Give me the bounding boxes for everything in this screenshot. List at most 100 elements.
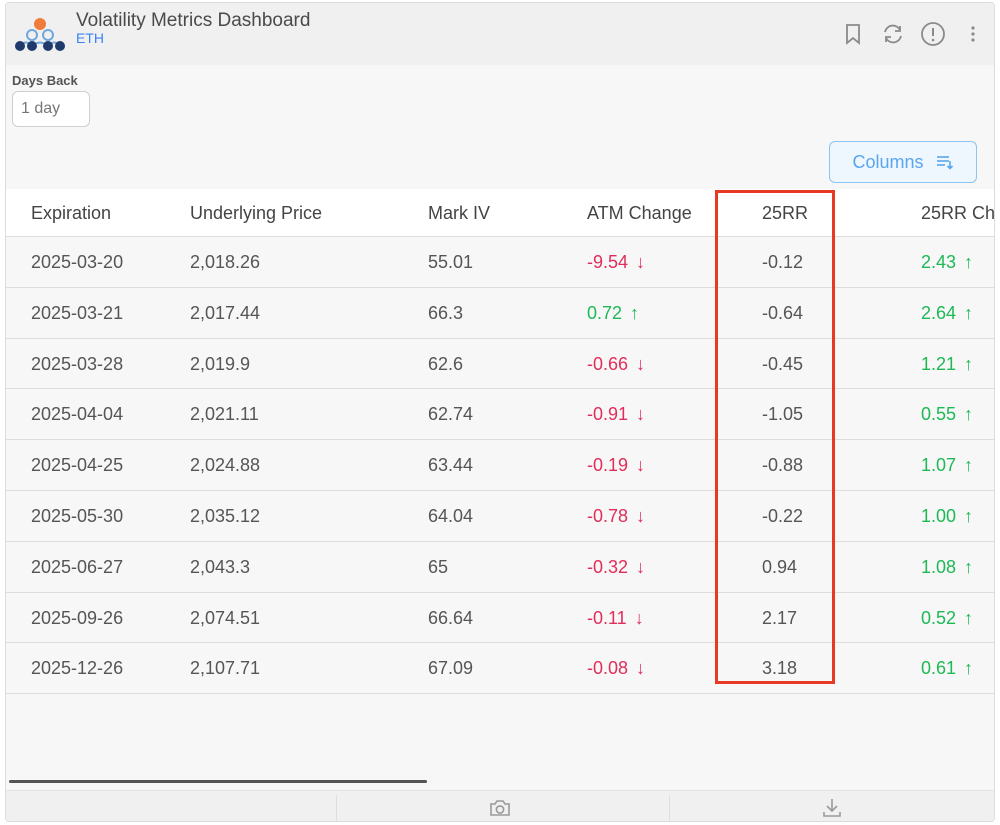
arrow-down-icon: ↓ <box>636 556 646 577</box>
cell-25rr: 3.18 <box>762 658 798 679</box>
column-header-25rr[interactable]: 25RR <box>762 203 808 224</box>
cell-underlying-price: 2,074.51 <box>190 607 261 628</box>
columns-button-label: Columns <box>852 151 924 172</box>
atm-change-value: -0.78 <box>587 505 629 526</box>
table-row: 2025-03-20 2,018.26 55.01 -9.54 ↓ -0.12 2.43 ↑ <box>6 237 994 288</box>
cell-underlying-price: 2,017.44 <box>190 302 261 323</box>
25rr-change-value: 2.64 <box>921 302 957 323</box>
days-back-label: Days Back <box>12 73 78 88</box>
cell-expiration: 2025-12-26 <box>31 658 124 679</box>
table-body: 2025-03-20 2,018.26 55.01 -9.54 ↓ -0.12 2.43 ↑ 2… <box>6 237 994 695</box>
cell-underlying-price: 2,107.71 <box>190 658 261 679</box>
cell-mark-iv: 67.09 <box>428 658 474 679</box>
cell-25rr: -0.88 <box>762 455 804 476</box>
days-back-input[interactable] <box>12 91 90 127</box>
arrow-down-icon: ↓ <box>636 404 646 425</box>
cell-mark-iv: 64.04 <box>428 505 474 526</box>
asset-subtitle: ETH <box>76 30 104 46</box>
cell-expiration: 2025-04-25 <box>31 455 124 476</box>
cell-25rr-change: 0.61 ↑ <box>921 658 973 679</box>
arrow-up-icon: ↑ <box>630 302 640 323</box>
table-row: 2025-05-30 2,035.12 64.04 -0.78 ↓ -0.22 1.00 ↑ <box>6 490 994 542</box>
cell-25rr-change: 1.00 ↑ <box>921 506 973 527</box>
cell-25rr-change: 1.08 ↑ <box>921 557 973 578</box>
cell-expiration: 2025-03-21 <box>31 302 124 323</box>
column-header-mark-iv[interactable]: Mark IV <box>428 203 490 224</box>
cell-underlying-price: 2,018.26 <box>190 252 261 272</box>
panel-footer <box>6 790 994 821</box>
arrow-up-icon: ↑ <box>964 658 974 679</box>
cell-expiration: 2025-05-30 <box>31 505 124 526</box>
table-row: 2025-04-25 2,024.88 63.44 -0.19 ↓ -0.88 1.07 ↑ <box>6 440 994 491</box>
cell-atm-change: -9.54 ↓ <box>587 252 645 273</box>
cell-25rr-change: 0.52 ↑ <box>921 608 973 629</box>
dashboard-panel: Volatility Metrics Dashboard ETH Days Ba… <box>5 2 995 822</box>
arrow-up-icon: ↑ <box>964 353 974 374</box>
atm-change-value: -0.11 <box>587 607 627 628</box>
bookmark-icon[interactable] <box>840 21 866 47</box>
cell-expiration: 2025-06-27 <box>31 556 124 577</box>
arrow-up-icon: ↑ <box>964 302 974 323</box>
cell-25rr-change: 2.64 ↑ <box>921 303 973 324</box>
cell-25rr: -1.05 <box>762 404 804 425</box>
more-vertical-icon[interactable] <box>960 21 986 47</box>
arrow-up-icon: ↑ <box>964 505 974 526</box>
cell-mark-iv: 66.3 <box>428 302 464 323</box>
info-icon[interactable] <box>920 21 946 47</box>
cell-25rr: -0.45 <box>762 353 804 374</box>
cell-mark-iv: 65 <box>428 556 449 577</box>
arrow-up-icon: ↑ <box>964 607 974 628</box>
arrow-down-icon: ↓ <box>636 252 646 272</box>
arrow-up-icon: ↑ <box>964 252 974 272</box>
columns-button[interactable]: Columns <box>829 141 977 183</box>
cell-25rr: 0.94 <box>762 556 798 577</box>
cell-atm-change: -0.91 ↓ <box>587 404 645 425</box>
cell-atm-change: -0.08 ↓ <box>587 658 645 679</box>
cell-underlying-price: 2,043.3 <box>190 556 251 577</box>
cell-atm-change: -0.66 ↓ <box>587 354 645 375</box>
cell-25rr: -0.22 <box>762 505 804 526</box>
atm-change-value: -9.54 <box>587 252 629 272</box>
arrow-up-icon: ↑ <box>964 404 974 425</box>
panel-header: Volatility Metrics Dashboard ETH <box>6 3 994 65</box>
cell-expiration: 2025-04-04 <box>31 404 124 425</box>
cell-atm-change: -0.11 ↓ <box>587 608 644 629</box>
download-icon[interactable] <box>819 796 845 820</box>
arrow-down-icon: ↓ <box>636 658 646 679</box>
table-row: 2025-03-28 2,019.9 62.6 -0.66 ↓ -0.45 1.21 ↑ <box>6 338 994 390</box>
horizontal-scrollbar[interactable] <box>9 780 427 783</box>
camera-icon[interactable] <box>487 796 513 820</box>
table-row: 2025-03-21 2,017.44 66.3 0.72 ↑ -0.64 2.64 ↑ <box>6 287 994 339</box>
arrow-down-icon: ↓ <box>636 455 646 476</box>
cell-25rr-change: 0.55 ↑ <box>921 404 973 425</box>
table-row: 2025-09-26 2,074.51 66.64 -0.11 ↓ 2.17 0.52 ↑ <box>6 592 994 644</box>
cell-25rr-change: 1.21 ↑ <box>921 354 973 375</box>
25rr-change-value: 2.43 <box>921 252 957 272</box>
footer-divider <box>669 795 670 821</box>
25rr-change-value: 0.55 <box>921 404 957 425</box>
table-row: 2025-12-26 2,107.71 67.09 -0.08 ↓ 3.18 0.61 ↑ <box>6 643 994 695</box>
cell-expiration: 2025-09-26 <box>31 607 124 628</box>
refresh-icon[interactable] <box>880 21 906 47</box>
25rr-change-value: 0.61 <box>921 658 957 679</box>
atm-change-value: 0.72 <box>587 302 623 323</box>
cell-25rr: -0.12 <box>762 252 804 272</box>
column-header-25rr-change[interactable]: 25RR Ch <box>921 203 994 224</box>
cell-25rr-change: 1.07 ↑ <box>921 455 973 476</box>
cell-underlying-price: 2,024.88 <box>190 455 261 476</box>
cell-mark-iv: 55.01 <box>428 252 474 272</box>
25rr-change-value: 1.07 <box>921 455 957 476</box>
cell-mark-iv: 66.64 <box>428 607 474 628</box>
column-header-underlying-price[interactable]: Underlying Price <box>190 203 322 224</box>
column-header-expiration[interactable]: Expiration <box>31 203 111 224</box>
cell-expiration: 2025-03-20 <box>31 252 124 272</box>
25rr-change-value: 1.21 <box>921 353 957 374</box>
atm-change-value: -0.32 <box>587 556 629 577</box>
atm-change-value: -0.66 <box>587 353 629 374</box>
footer-divider <box>336 795 337 821</box>
cell-mark-iv: 62.74 <box>428 404 474 425</box>
cell-mark-iv: 63.44 <box>428 455 474 476</box>
column-header-atm-change[interactable]: ATM Change <box>587 203 692 224</box>
table-header: Expiration Underlying Price Mark IV ATM … <box>6 189 994 237</box>
atm-change-value: -0.08 <box>587 658 629 679</box>
